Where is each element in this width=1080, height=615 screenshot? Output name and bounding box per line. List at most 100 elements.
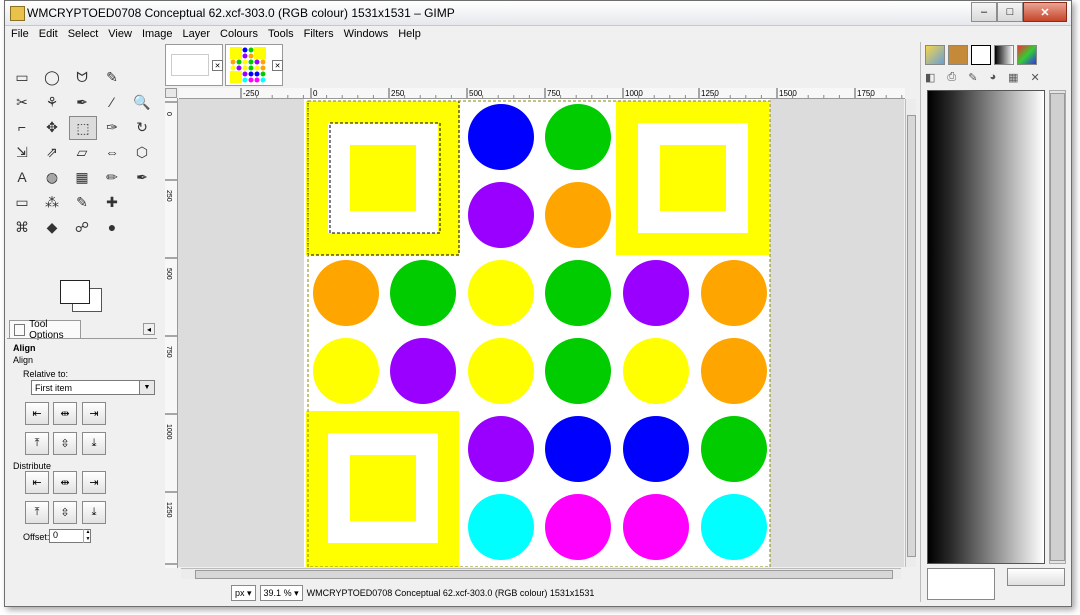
colormap-icon[interactable] bbox=[1017, 45, 1037, 65]
vertical-ruler[interactable]: 0250500750100012501500 bbox=[165, 98, 178, 568]
measure-icon[interactable]: ⌐ bbox=[9, 116, 35, 138]
eraser-icon[interactable]: ▭ bbox=[9, 191, 35, 213]
align-bottom-edge-button[interactable]: ⤓ bbox=[82, 432, 106, 455]
image-tab-conceptual[interactable]: ✕ bbox=[225, 44, 283, 86]
ink-icon[interactable]: ✎ bbox=[69, 191, 95, 213]
unit-select[interactable]: px ▾ bbox=[231, 585, 256, 601]
image-canvas[interactable] bbox=[178, 99, 904, 567]
free-select-icon[interactable]: ᗢ bbox=[69, 66, 95, 88]
menu-select[interactable]: Select bbox=[68, 28, 99, 40]
ellipse-select-icon[interactable]: ◯ bbox=[39, 66, 65, 88]
pattern-icon[interactable] bbox=[948, 45, 968, 65]
scale-icon[interactable]: ⇲ bbox=[9, 141, 35, 163]
close-tab-icon[interactable]: ✕ bbox=[212, 60, 223, 71]
minimize-button[interactable]: – bbox=[971, 2, 997, 22]
ruler-label: 0 bbox=[165, 112, 172, 116]
foreground-color-swatch[interactable] bbox=[60, 280, 90, 304]
menu-windows[interactable]: Windows bbox=[344, 28, 389, 40]
ruler-corner[interactable] bbox=[165, 88, 177, 98]
blur-icon[interactable]: ◆ bbox=[39, 216, 65, 238]
ruler-label: 1250 bbox=[165, 502, 172, 518]
shear-icon[interactable]: ⇗ bbox=[39, 141, 65, 163]
menu-filters[interactable]: Filters bbox=[304, 28, 334, 40]
ruler-label: 0 bbox=[313, 89, 318, 98]
close-tab-icon[interactable]: ✕ bbox=[272, 60, 283, 71]
color-picker-icon[interactable]: ⁄ bbox=[99, 91, 125, 113]
rotate-icon[interactable]: ↻ bbox=[129, 116, 155, 138]
align-left-edge-button[interactable]: ⇤ bbox=[25, 402, 49, 425]
distribute-middle-button[interactable]: ⇳ bbox=[53, 501, 77, 524]
bucket-fill-icon[interactable]: ◍ bbox=[39, 166, 65, 188]
brushes-icon[interactable] bbox=[971, 45, 991, 65]
heal-icon[interactable]: ✚ bbox=[99, 191, 125, 213]
paintbrush-icon[interactable]: ✒ bbox=[129, 166, 155, 188]
zoom-select[interactable]: 39.1 % ▾ bbox=[259, 585, 303, 601]
menu-view[interactable]: View bbox=[108, 28, 132, 40]
circle-r2c3 bbox=[545, 260, 611, 326]
zoom-icon[interactable]: 🔍 bbox=[129, 91, 155, 113]
scissors-icon[interactable]: ✂ bbox=[9, 91, 35, 113]
menu-help[interactable]: Help bbox=[398, 28, 421, 40]
relative-to-select[interactable]: First item ▼ bbox=[31, 380, 155, 395]
menu-colours[interactable]: Colours bbox=[220, 28, 258, 40]
fonts-tab-icon[interactable]: ▦ bbox=[1008, 71, 1018, 84]
square-frame-bottom-left bbox=[306, 411, 459, 567]
horizontal-ruler[interactable]: -250 0 250 500 750 1000 1250 1500 1750 bbox=[179, 88, 905, 99]
blend-icon[interactable]: ▦ bbox=[69, 166, 95, 188]
menu-image[interactable]: Image bbox=[142, 28, 173, 40]
horizontal-scrollbar[interactable] bbox=[181, 568, 901, 579]
rect-select-icon[interactable]: ▭ bbox=[9, 66, 35, 88]
menu-layer[interactable]: Layer bbox=[183, 28, 211, 40]
tool-options-tab[interactable]: Tool Options bbox=[9, 319, 81, 341]
dock-edit-button[interactable] bbox=[1007, 568, 1065, 586]
dock-scrollbar[interactable] bbox=[1049, 90, 1066, 564]
maximize-button[interactable]: □ bbox=[997, 2, 1023, 22]
vertical-scroll-thumb[interactable] bbox=[907, 115, 916, 557]
distribute-bottom-button[interactable]: ⤓ bbox=[82, 501, 106, 524]
circle-r1c3 bbox=[545, 182, 611, 248]
menu-edit[interactable]: Edit bbox=[39, 28, 58, 40]
clone-icon[interactable]: ⌘ bbox=[9, 216, 35, 238]
crop-icon[interactable]: ✑ bbox=[99, 116, 125, 138]
colors-tab-icon[interactable]: ◕ bbox=[989, 71, 996, 83]
gradient-icon[interactable] bbox=[994, 45, 1014, 65]
offset-spinner-icon[interactable]: ▲ ▼ bbox=[83, 529, 92, 543]
distribute-right-button[interactable]: ⇥ bbox=[82, 471, 106, 494]
gradients-tab-icon[interactable]: ◧ bbox=[925, 71, 935, 84]
menu-tools[interactable]: Tools bbox=[268, 28, 294, 40]
airbrush-icon[interactable]: ⁂ bbox=[39, 191, 65, 213]
distribute-center-button[interactable]: ⇹ bbox=[53, 471, 77, 494]
paths-icon[interactable]: ✒ bbox=[69, 91, 95, 113]
cage-icon[interactable]: ⬡ bbox=[129, 141, 155, 163]
text-icon[interactable]: A bbox=[9, 166, 35, 188]
horizontal-scroll-thumb[interactable] bbox=[195, 570, 893, 579]
distribute-top-button[interactable]: ⤒ bbox=[25, 501, 49, 524]
vertical-scrollbar[interactable] bbox=[905, 99, 916, 567]
move-icon[interactable]: ✥ bbox=[39, 116, 65, 138]
fg-bg-colors[interactable] bbox=[60, 280, 108, 314]
align-middle-vertical-button[interactable]: ⇳ bbox=[53, 432, 77, 455]
distribute-left-button[interactable]: ⇤ bbox=[25, 471, 49, 494]
pencil-icon[interactable]: ✏ bbox=[99, 166, 125, 188]
brush-tab-icon[interactable]: ✎ bbox=[968, 71, 977, 84]
align-right-edge-button[interactable]: ⇥ bbox=[82, 402, 106, 425]
align-center-horizontal-button[interactable]: ⇹ bbox=[53, 402, 77, 425]
printer-icon[interactable]: ⎙ bbox=[947, 71, 956, 84]
flip-icon[interactable]: ⇔ bbox=[99, 141, 125, 163]
dodge-icon[interactable]: ● bbox=[99, 216, 125, 238]
circle-r2c2 bbox=[468, 260, 534, 326]
dock-close-icon[interactable]: ✕ bbox=[1031, 71, 1040, 84]
tool-options-menu-icon[interactable]: ◂ bbox=[143, 323, 155, 335]
palette-icon[interactable] bbox=[925, 45, 945, 65]
foreground-select-icon[interactable]: ⚘ bbox=[39, 91, 65, 113]
perspective-icon[interactable]: ▱ bbox=[69, 141, 95, 163]
canvas-viewport[interactable] bbox=[178, 99, 904, 567]
fuzzy-select-icon[interactable]: ✎ bbox=[99, 66, 125, 88]
close-button[interactable]: ✕ bbox=[1023, 2, 1067, 22]
align-icon[interactable]: ⬚ bbox=[69, 116, 97, 140]
menu-file[interactable]: File bbox=[11, 28, 29, 40]
image-tab-blank[interactable]: ✕ bbox=[165, 44, 223, 86]
gradient-preview[interactable] bbox=[927, 90, 1045, 564]
align-top-edge-button[interactable]: ⤒ bbox=[25, 432, 49, 455]
smudge-icon[interactable]: ☍ bbox=[69, 216, 95, 238]
